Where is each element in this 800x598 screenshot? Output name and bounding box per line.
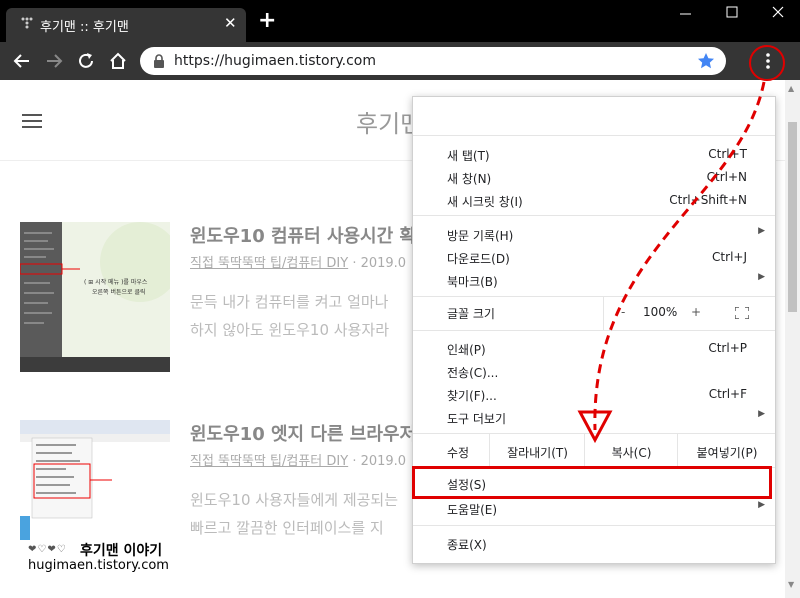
- meta-separator: ·: [352, 454, 357, 469]
- post-category-link[interactable]: 직접 뚝딱뚝딱 팁/컴퓨터 DIY: [190, 454, 348, 469]
- vertical-scrollbar[interactable]: ▲ ▼: [785, 80, 800, 598]
- meta-separator: ·: [352, 256, 357, 271]
- menu-item-find[interactable]: 찾기(F)... Ctrl+F: [413, 383, 775, 406]
- menu-item-incognito[interactable]: 새 시크릿 창(I) Ctrl+Shift+N: [413, 189, 775, 212]
- lock-icon[interactable]: [152, 53, 166, 69]
- title-bar: 후기맨 :: 후기맨 ✕ +: [0, 0, 800, 42]
- thumb-caption: 오른쪽 버튼으로 클릭: [92, 288, 146, 296]
- cut-button[interactable]: 잘라내기(T): [489, 434, 585, 467]
- menu-item-more-tools[interactable]: 도구 더보기 ▶: [413, 406, 775, 429]
- submenu-arrow-icon: ▶: [758, 409, 765, 419]
- menu-separator: [413, 135, 775, 136]
- menu-item-help[interactable]: 도움말(E) ▶: [413, 497, 775, 520]
- minimize-window-icon[interactable]: [676, 2, 696, 22]
- browser-toolbar: https://hugimaen.tistory.com: [0, 42, 800, 80]
- thumb-caption: ( ⊞ 시작 메뉴 )를 마우스: [84, 278, 148, 286]
- tab-title: 후기맨 :: 후기맨: [40, 20, 129, 35]
- menu-item-cast[interactable]: 전송(C)...: [413, 360, 775, 383]
- close-window-icon[interactable]: [768, 2, 788, 22]
- menu-item-print[interactable]: 인쇄(P) Ctrl+P: [413, 337, 775, 360]
- menu-item-bookmarks[interactable]: 북마크(B) ▶: [413, 269, 775, 292]
- zoom-level: 100%: [643, 305, 678, 319]
- scroll-thumb[interactable]: [788, 122, 797, 312]
- heart-icons: ❤♡❤♡: [28, 544, 67, 555]
- zoom-in-button[interactable]: +: [691, 305, 701, 319]
- edit-label: 수정: [447, 446, 470, 460]
- post-meta: 직접 뚝딱뚝딱 팁/컴퓨터 DIY · 2019.0: [190, 252, 406, 271]
- menu-item-history[interactable]: 방문 기록(H) ▶: [413, 223, 775, 246]
- settings-highlight-box: [412, 466, 772, 499]
- hamburger-menu-icon[interactable]: [22, 114, 42, 128]
- watermark-name: 후기맨 이야기: [80, 543, 163, 559]
- zoom-label: 글꼴 크기: [447, 307, 495, 321]
- menu-item-exit[interactable]: 종료(X): [413, 532, 775, 555]
- watermark-url: hugimaen.tistory.com: [28, 558, 169, 573]
- post-date: 2019.0: [360, 256, 407, 271]
- tab-close-icon[interactable]: ✕: [224, 14, 237, 32]
- menu-item-new-window[interactable]: 새 창(N) Ctrl+N: [413, 166, 775, 189]
- menu-separator: [413, 525, 775, 526]
- submenu-arrow-icon: ▶: [758, 272, 765, 282]
- post-date: 2019.0: [360, 454, 407, 469]
- post-meta: 직접 뚝딱뚝딱 팁/컴퓨터 DIY · 2019.0: [190, 450, 406, 469]
- bookmark-star-icon[interactable]: [696, 51, 716, 71]
- copy-button[interactable]: 복사(C): [584, 434, 678, 467]
- new-tab-button[interactable]: +: [258, 10, 276, 32]
- site-favicon-icon: [21, 17, 33, 29]
- submenu-arrow-icon: ▶: [758, 226, 765, 236]
- menu-button-highlight-circle: [749, 45, 785, 81]
- post-category-link[interactable]: 직접 뚝딱뚝딱 팁/컴퓨터 DIY: [190, 256, 348, 271]
- menu-item-downloads[interactable]: 다운로드(D) Ctrl+J: [413, 246, 775, 269]
- submenu-arrow-icon: ▶: [758, 500, 765, 510]
- zoom-out-button[interactable]: -: [621, 305, 625, 319]
- fullscreen-icon[interactable]: [735, 307, 749, 319]
- edit-row: 수정 잘라내기(T) 복사(C) 붙여넣기(P): [413, 434, 775, 467]
- forward-arrow-icon[interactable]: [42, 49, 66, 73]
- post-thumbnail[interactable]: ( ⊞ 시작 메뉴 )를 마우스 오른쪽 버튼으로 클릭: [20, 222, 170, 372]
- scroll-down-icon[interactable]: ▼: [788, 580, 794, 589]
- zoom-divider: [603, 296, 604, 330]
- home-icon[interactable]: [106, 49, 130, 73]
- maximize-window-icon[interactable]: [722, 2, 742, 22]
- menu-item-new-tab[interactable]: 새 탭(T) Ctrl+T: [413, 143, 775, 166]
- browser-tab[interactable]: 후기맨 :: 후기맨 ✕: [6, 8, 246, 42]
- scroll-up-icon[interactable]: ▲: [788, 84, 794, 93]
- post-title[interactable]: 윈도우10 컴퓨터 사용시간 확: [190, 222, 416, 248]
- back-arrow-icon[interactable]: [10, 49, 34, 73]
- paste-button[interactable]: 붙여넣기(P): [677, 434, 776, 467]
- url-text[interactable]: https://hugimaen.tistory.com: [174, 53, 376, 69]
- menu-separator: [413, 215, 775, 216]
- zoom-row: 글꼴 크기 - 100% +: [413, 296, 775, 330]
- address-bar[interactable]: https://hugimaen.tistory.com: [140, 47, 726, 75]
- post-title[interactable]: 윈도우10 엣지 다른 브라우저: [190, 420, 416, 446]
- reload-icon[interactable]: [74, 49, 98, 73]
- menu-separator: [413, 330, 775, 331]
